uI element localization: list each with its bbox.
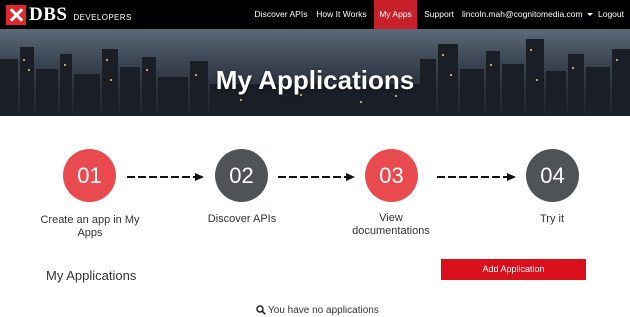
step-3-circle: 03 xyxy=(365,149,418,202)
brand-name: DBS xyxy=(29,4,68,25)
step-2-circle: 02 xyxy=(215,149,268,202)
user-email: lincoln.mah@cognitomedia.com xyxy=(462,9,583,19)
chevron-down-icon xyxy=(586,13,593,17)
empty-state: You have no applications xyxy=(256,305,379,316)
nav-logout[interactable]: Logout xyxy=(595,0,627,29)
nav-my-apps[interactable]: My Apps xyxy=(374,0,417,29)
empty-message: You have no applications xyxy=(268,305,379,316)
nav-how-it-works[interactable]: How It Works xyxy=(313,0,370,29)
step-4-circle: 04 xyxy=(526,149,579,202)
dbs-logo-icon xyxy=(6,5,26,25)
step-4-label: Try it xyxy=(539,213,565,225)
hero-banner: My Applications xyxy=(0,29,630,116)
step-3-label: View documentations xyxy=(352,212,430,237)
add-application-button[interactable]: Add Application xyxy=(441,259,586,280)
brand-subtitle: DEVELOPERS xyxy=(73,12,132,22)
arrow-right-icon xyxy=(278,173,355,181)
nav-user-menu[interactable]: lincoln.mah@cognitomedia.com xyxy=(462,0,593,29)
step-1-circle: 01 xyxy=(63,149,116,202)
arrow-right-icon xyxy=(437,173,516,181)
step-2-label: Discover APIs xyxy=(207,213,277,225)
page-title: My Applications xyxy=(215,65,415,95)
top-nav: DBS DEVELOPERS Discover APIs How It Work… xyxy=(0,0,630,29)
dbs-logo[interactable]: DBS DEVELOPERS xyxy=(6,4,132,26)
section-title: My Applications xyxy=(46,268,137,283)
nav-support[interactable]: Support xyxy=(421,0,457,29)
arrow-right-icon xyxy=(127,173,204,181)
nav-discover-apis[interactable]: Discover APIs xyxy=(252,0,310,29)
step-1-label: Create an app in My Apps xyxy=(40,214,140,239)
search-icon xyxy=(256,305,266,316)
